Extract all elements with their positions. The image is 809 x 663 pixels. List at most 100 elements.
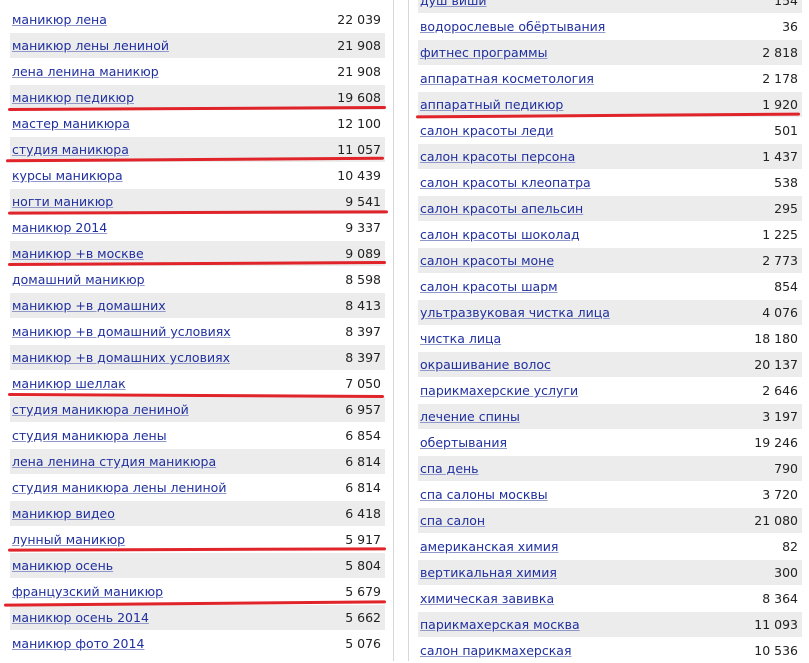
search-count: 1 437 <box>762 149 798 164</box>
search-count: 2 178 <box>762 71 798 86</box>
keyword-link[interactable]: фитнес программы <box>420 45 547 60</box>
table-row: салон красоты моне 2 773 <box>418 247 802 273</box>
keyword-link[interactable]: ногти маникюр <box>12 194 113 209</box>
search-count: 7 050 <box>345 376 381 391</box>
search-count: 6 814 <box>345 480 381 495</box>
table-row: маникюр видео 6 418 <box>10 500 385 526</box>
table-row: душ виши 154 <box>418 0 802 13</box>
search-count: 6 957 <box>345 402 381 417</box>
keyword-link[interactable]: маникюр лены лениной <box>12 38 169 53</box>
keyword-link[interactable]: домашний маникюр <box>12 272 145 287</box>
keyword-link[interactable]: салон красоты клеопатра <box>420 175 591 190</box>
keyword-link[interactable]: мастер маникюра <box>12 116 130 131</box>
column-gap <box>394 0 407 661</box>
keyword-link[interactable]: американская химия <box>420 539 558 554</box>
search-count: 8 413 <box>345 298 381 313</box>
keyword-link[interactable]: маникюр 2014 <box>12 220 107 235</box>
search-count: 18 180 <box>754 331 798 346</box>
keyword-link[interactable]: душ виши <box>420 0 487 8</box>
table-row: маникюр фото 2014 5 076 <box>10 630 385 656</box>
keyword-link[interactable]: лена ленина студия маникюра <box>12 454 216 469</box>
search-count: 4 076 <box>762 305 798 320</box>
keyword-link[interactable]: вертикальная химия <box>420 565 557 580</box>
keyword-link[interactable]: химическая завивка <box>420 591 554 606</box>
keyword-link[interactable]: маникюр шеллак <box>12 376 126 391</box>
search-count: 21 080 <box>754 513 798 528</box>
table-row: вертикальная химия 300 <box>418 559 802 585</box>
keyword-link[interactable]: салон красоты апельсин <box>420 201 583 216</box>
table-row: аппаратная косметология 2 178 <box>418 65 802 91</box>
search-count: 10 439 <box>337 168 381 183</box>
keyword-link[interactable]: салон красоты шарм <box>420 279 558 294</box>
search-count: 2 646 <box>762 383 798 398</box>
search-count: 854 <box>774 279 798 294</box>
keyword-link[interactable]: окрашивание волос <box>420 357 551 372</box>
keyword-link[interactable]: спа день <box>420 461 479 476</box>
keyword-link[interactable]: лечение спины <box>420 409 520 424</box>
search-count: 9 337 <box>345 220 381 235</box>
table-row: лена ленина маникюр 21 908 <box>10 58 385 84</box>
keyword-link[interactable]: маникюр +в домашних <box>12 298 166 313</box>
table-row: салон красоты апельсин 295 <box>418 195 802 221</box>
keyword-link[interactable]: маникюр +в домашних условиях <box>12 350 230 365</box>
search-count: 21 908 <box>337 64 381 79</box>
search-count: 1 920 <box>762 97 798 112</box>
keyword-link[interactable]: лунный маникюр <box>12 532 125 547</box>
keyword-link[interactable]: студия маникюра лениной <box>12 402 189 417</box>
keyword-link[interactable]: студия маникюра лены <box>12 428 167 443</box>
keyword-link[interactable]: маникюр фото 2014 <box>12 636 144 651</box>
keyword-link[interactable]: салон красоты леди <box>420 123 554 138</box>
search-count: 501 <box>774 123 798 138</box>
search-count: 36 <box>782 19 798 34</box>
keyword-link[interactable]: спа салон <box>420 513 485 528</box>
left-rows: маникюр лена 22 039 маникюр лены лениной 21… <box>0 6 393 656</box>
keyword-link[interactable]: французский маникюр <box>12 584 163 599</box>
keyword-link[interactable]: маникюр видео <box>12 506 115 521</box>
keyword-link[interactable]: лена ленина маникюр <box>12 64 159 79</box>
search-count: 2 773 <box>762 253 798 268</box>
keyword-link[interactable]: маникюр педикюр <box>12 90 134 105</box>
search-count: 10 536 <box>754 643 798 658</box>
search-count: 11 093 <box>754 617 798 632</box>
keyword-link[interactable]: аппаратная косметология <box>420 71 594 86</box>
keyword-link[interactable]: маникюр осень 2014 <box>12 610 149 625</box>
table-row: чистка лица 18 180 <box>418 325 802 351</box>
table-row: маникюр +в домашний условиях 8 397 <box>10 318 385 344</box>
search-count: 11 057 <box>337 142 381 157</box>
table-row: студия маникюра лены 6 854 <box>10 422 385 448</box>
keyword-link[interactable]: салон красоты шоколад <box>420 227 580 242</box>
keyword-link[interactable]: курсы маникюра <box>12 168 123 183</box>
search-count: 6 814 <box>345 454 381 469</box>
keyword-link[interactable]: салон парикмахерская <box>420 643 571 658</box>
keyword-link[interactable]: студия маникюра <box>12 142 129 157</box>
table-row: спа день 790 <box>418 455 802 481</box>
search-count: 9 089 <box>345 246 381 261</box>
keyword-link[interactable]: аппаратный педикюр <box>420 97 563 112</box>
keyword-link[interactable]: маникюр +в домашний условиях <box>12 324 231 339</box>
keyword-link[interactable]: салон красоты персона <box>420 149 575 164</box>
keyword-link[interactable]: чистка лица <box>420 331 501 346</box>
keyword-link[interactable]: студия маникюра лены лениной <box>12 480 226 495</box>
keyword-link[interactable]: салон красоты моне <box>420 253 554 268</box>
keyword-link[interactable]: спа салоны москвы <box>420 487 548 502</box>
keyword-link[interactable]: парикмахерские услуги <box>420 383 578 398</box>
table-row: маникюр +в домашних условиях 8 397 <box>10 344 385 370</box>
keyword-link[interactable]: маникюр осень <box>12 558 113 573</box>
keyword-link[interactable]: обертывания <box>420 435 507 450</box>
left-keyword-table: маникюр лена 22 039 маникюр лены лениной 21… <box>0 0 394 661</box>
table-row: салон красоты леди 501 <box>418 117 802 143</box>
search-count: 8 364 <box>762 591 798 606</box>
table-row: салон красоты шарм 854 <box>418 273 802 299</box>
keyword-link[interactable]: маникюр лена <box>12 12 107 27</box>
keyword-link[interactable]: маникюр +в москве <box>12 246 144 261</box>
keyword-link[interactable]: парикмахерская москва <box>420 617 580 632</box>
table-row: маникюр осень 5 804 <box>10 552 385 578</box>
search-count: 19 608 <box>337 90 381 105</box>
table-row: спа салоны москвы 3 720 <box>418 481 802 507</box>
table-row: маникюр лена 22 039 <box>10 6 385 32</box>
keyword-link[interactable]: водорослевые обёртывания <box>420 19 605 34</box>
right-keyword-table: душ виши 154 водорослевые обёртывания 36 фит… <box>408 0 809 661</box>
table-row: ультразвуковая чистка лица 4 076 <box>418 299 802 325</box>
keyword-link[interactable]: ультразвуковая чистка лица <box>420 305 610 320</box>
search-count: 5 076 <box>345 636 381 651</box>
